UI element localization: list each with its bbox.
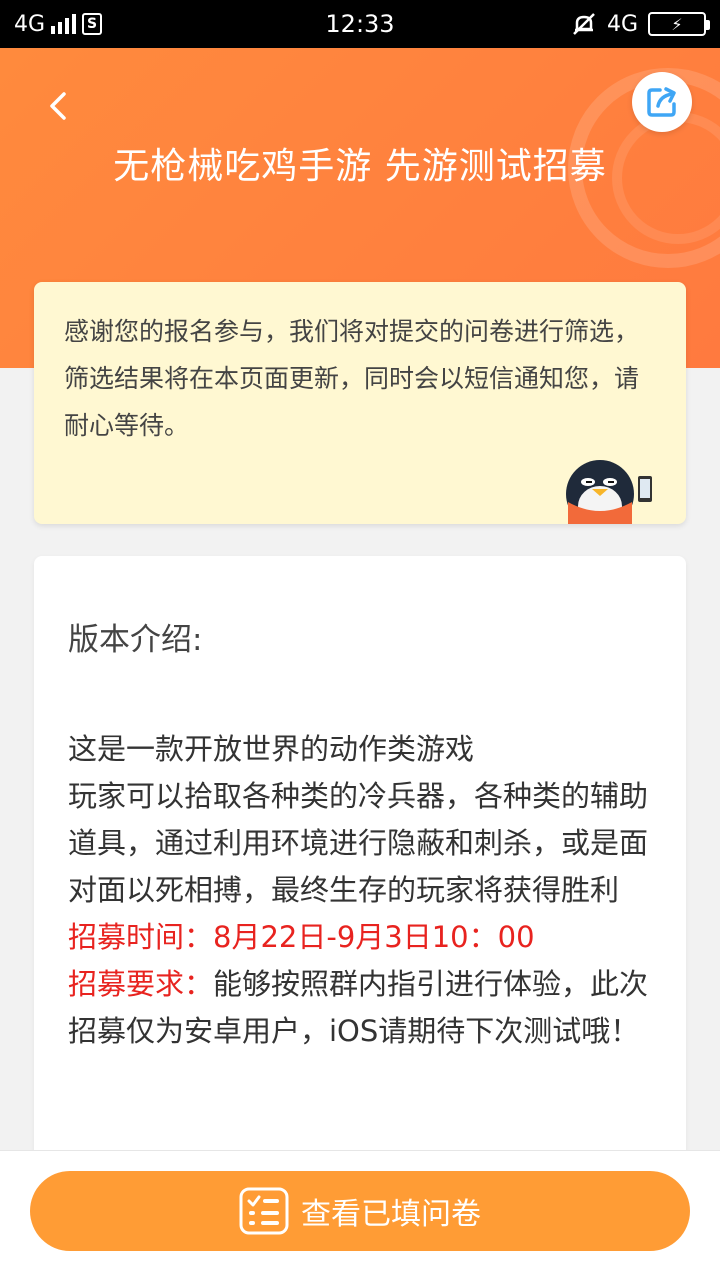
version-intro-card: 版本介绍: 这是一款开放世界的动作类游戏 玩家可以拾取各种类的冷兵器，各种类的辅… <box>34 556 686 1196</box>
page-title: 无枪械吃鸡手游 先游测试招募 <box>113 146 607 187</box>
recruit-requirement: 招募要求：能够按照群内指引进行体验，此次招募仅为安卓用户，iOS请期待下次测试哦… <box>68 961 652 1055</box>
mute-alarm-icon <box>573 13 595 35</box>
recruit-time-label: 招募时间： <box>68 920 214 954</box>
description: 这是一款开放世界的动作类游戏 玩家可以拾取各种类的冷兵器，各种类的辅助道具，通过… <box>68 726 652 1055</box>
recruit-requirement-label: 招募要求： <box>68 967 214 1001</box>
recruit-time-value: 8月22日-9月3日10：00 <box>213 920 535 954</box>
description-paragraph: 玩家可以拾取各种类的冷兵器，各种类的辅助道具，通过利用环境进行隐蔽和刺杀，或是面… <box>68 779 649 907</box>
status-right: 4G ⚡ <box>571 0 710 48</box>
network-type-left: 4G <box>14 11 46 37</box>
bottom-bar: 查看已填问卷 <box>0 1150 720 1280</box>
view-questionnaire-label: 查看已填问卷 <box>301 1197 481 1232</box>
status-bar: 4G S 12:33 4G ⚡ <box>0 0 720 48</box>
notice-card: 感谢您的报名参与，我们将对提交的问卷进行筛选，筛选结果将在本页面更新，同时会以短… <box>34 282 686 524</box>
description-line: 这是一款开放世界的动作类游戏 <box>68 732 475 766</box>
signal-icon <box>51 14 77 34</box>
back-button[interactable] <box>36 84 80 128</box>
chevron-left-icon <box>50 92 66 120</box>
view-questionnaire-button[interactable]: 查看已填问卷 <box>30 1171 690 1251</box>
notice-text: 感谢您的报名参与，我们将对提交的问卷进行筛选，筛选结果将在本页面更新，同时会以短… <box>64 317 640 440</box>
checklist-icon <box>239 1187 289 1235</box>
share-icon <box>647 87 676 117</box>
status-left: 4G S <box>14 0 103 48</box>
share-button[interactable] <box>632 72 692 132</box>
network-type-right: 4G <box>606 11 638 37</box>
recruit-time: 招募时间：8月22日-9月3日10：00 <box>68 914 652 961</box>
battery-icon: ⚡ <box>648 12 710 36</box>
page: 4G S 12:33 4G ⚡ 无枪械吃鸡手游 先游测试招募 感谢您的报名参与，… <box>0 0 720 1280</box>
penguin-mascot-icon <box>566 460 652 524</box>
section-title: 版本介绍: <box>68 622 203 658</box>
sim-icon: S <box>82 13 103 35</box>
